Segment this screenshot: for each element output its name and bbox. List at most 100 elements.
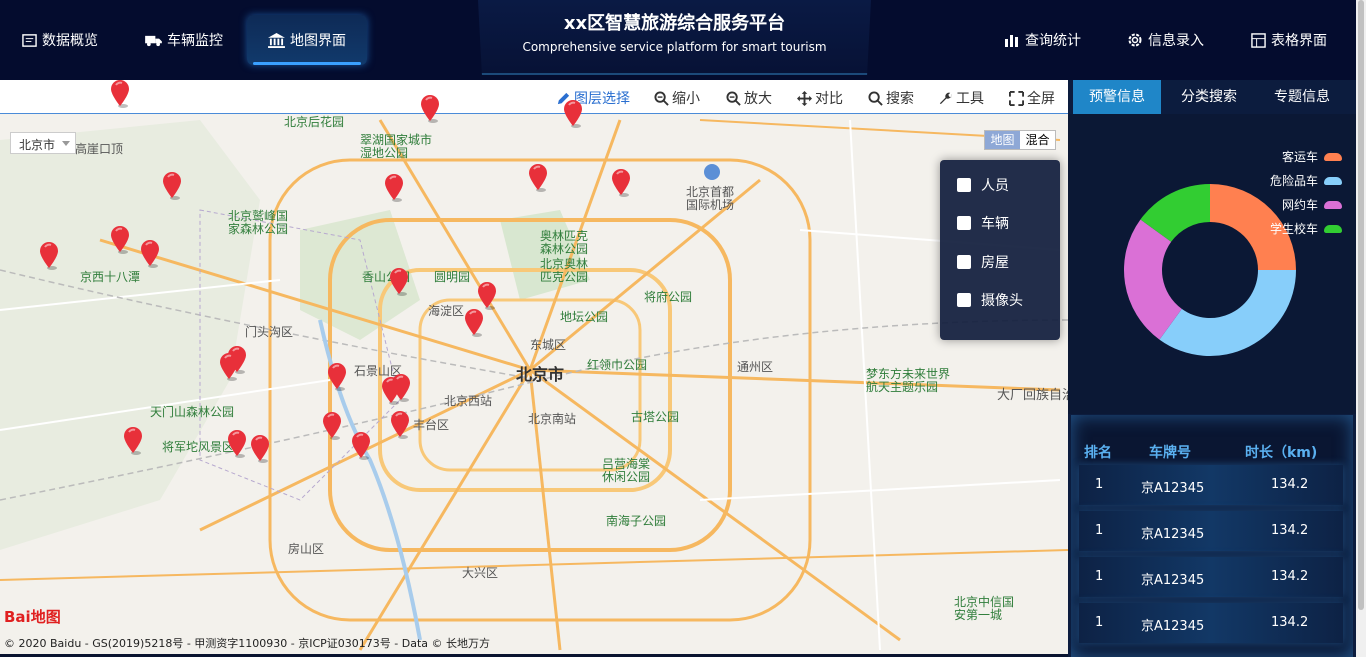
- map-marker-pin-icon[interactable]: [389, 268, 409, 296]
- nav-table-view[interactable]: 表格界面: [1251, 28, 1327, 52]
- search-button[interactable]: 搜索: [868, 88, 914, 108]
- map-label-dachang: 大厂回族自治: [997, 388, 1068, 403]
- ranking-table: 排名 车牌号 时长（km) 1 京A12345 134.2 1 京A12345 134.2…: [1071, 415, 1353, 657]
- table-row[interactable]: 1 京A12345 134.2: [1079, 603, 1343, 643]
- tools-button[interactable]: 工具: [938, 88, 984, 108]
- map-marker-pin-icon[interactable]: [420, 95, 440, 123]
- nav-data-overview[interactable]: 数据概览: [22, 28, 98, 52]
- map-marker-pin-icon[interactable]: [327, 363, 347, 391]
- page-scrollbar[interactable]: [1356, 0, 1366, 657]
- map-type-hybrid[interactable]: 混合: [1020, 131, 1055, 149]
- fullscreen-button[interactable]: 全屏: [1009, 88, 1055, 108]
- move-arrows-icon: [797, 90, 812, 106]
- nav-vehicle-monitor[interactable]: 车辆监控: [145, 28, 223, 52]
- map-label-jingxi: 京西十八潭: [80, 270, 141, 284]
- map-marker-pin-icon[interactable]: [123, 427, 143, 455]
- map-canvas[interactable]: 北京市 海淀区 东城区 石景山区 丰台区 门头沟区 房山区 大兴区 通州区 北京…: [0, 80, 1068, 654]
- map-marker-pin-icon[interactable]: [227, 430, 247, 458]
- map-marker-pin-icon[interactable]: [464, 309, 484, 337]
- map-marker-pin-icon[interactable]: [390, 411, 410, 439]
- app-root: 数据概览 车辆监控 地图界面 xx区智慧旅游综合服务平台 Comprehensi…: [0, 0, 1366, 657]
- checkbox-icon: [957, 216, 971, 230]
- map-label-mengdongfang: 梦东方未来世界航天主题乐园: [866, 367, 951, 394]
- table-row[interactable]: 1 京A12345 134.2: [1079, 511, 1343, 551]
- map-label-beijing: 北京市: [516, 365, 565, 384]
- wrench-icon: [939, 92, 952, 104]
- layer-label: 摄像头: [981, 293, 1023, 309]
- checkbox-icon: [957, 293, 971, 307]
- map-marker-pin-icon[interactable]: [351, 432, 371, 460]
- layer-checkbox-vehicle[interactable]: 车辆: [957, 213, 1009, 233]
- vehicle-type-chart: 客运车 危险品车 网约车 学生校车: [1068, 114, 1356, 414]
- legend-label: 学生校车: [1269, 222, 1318, 236]
- map-marker-pin-icon[interactable]: [162, 172, 182, 200]
- tab-category-search[interactable]: 分类搜索: [1165, 80, 1253, 114]
- nav-label: 表格界面: [1271, 33, 1327, 49]
- map-label-jiangjun: 将军坨风景区: [162, 440, 235, 454]
- layer-checkbox-house[interactable]: 房屋: [957, 252, 1009, 272]
- map-marker-pin-icon[interactable]: [219, 353, 239, 381]
- table-header-rank: 排名: [1084, 445, 1112, 461]
- legend-item[interactable]: 网约车: [1282, 196, 1342, 213]
- city-select[interactable]: 北京市: [10, 132, 76, 154]
- legend-item[interactable]: 危险品车: [1270, 172, 1342, 189]
- table-cell: 1: [1095, 477, 1104, 492]
- table-row[interactable]: 1 京A12345 134.2: [1079, 465, 1343, 505]
- page-title: xx区智慧旅游综合服务平台: [563, 13, 786, 34]
- table-cell: 1: [1095, 523, 1104, 538]
- table-cell: 京A12345: [1141, 481, 1205, 496]
- donut-slice-1[interactable]: [1159, 270, 1296, 356]
- legend-item[interactable]: 学生校车: [1270, 220, 1342, 237]
- nav-label: 数据概览: [42, 33, 98, 49]
- nav-label: 信息录入: [1148, 33, 1204, 49]
- map-marker-pin-icon[interactable]: [110, 80, 130, 108]
- map-label-guoan: 北京中信国安第一城: [954, 595, 1015, 622]
- table-row[interactable]: 1 京A12345 134.2: [1079, 557, 1343, 597]
- map-marker-pin-icon[interactable]: [140, 240, 160, 268]
- map-marker-pin-icon[interactable]: [250, 435, 270, 463]
- tab-warning-info[interactable]: 预警信息: [1073, 80, 1161, 114]
- layer-checkbox-camera[interactable]: 摄像头: [957, 290, 1023, 310]
- map-label-olympic-park: 北京奥林匹克公园: [540, 257, 589, 284]
- nav-info-entry[interactable]: 信息录入: [1127, 28, 1204, 52]
- map-marker-pin-icon[interactable]: [110, 226, 130, 254]
- table-cell: 京A12345: [1141, 619, 1205, 634]
- tab-topic-info[interactable]: 专题信息: [1258, 80, 1346, 114]
- map-type-normal[interactable]: 地图: [985, 131, 1020, 149]
- table-cell: 1: [1095, 569, 1104, 584]
- map-marker-pin-icon[interactable]: [528, 164, 548, 192]
- legend-item[interactable]: 客运车: [1282, 148, 1342, 165]
- nav-query-stats[interactable]: 查询统计: [1004, 28, 1081, 52]
- map-copyright: © 2020 Baidu - GS(2019)5218号 - 甲测资字11009…: [4, 637, 491, 650]
- tools-label: 工具: [956, 91, 984, 107]
- compare-button[interactable]: 对比: [797, 88, 843, 108]
- zoom-in-button[interactable]: 放大: [726, 88, 772, 108]
- zoom-out-icon: [654, 90, 669, 106]
- scrollbar-thumb[interactable]: [1358, 0, 1364, 610]
- map-marker-pin-icon[interactable]: [322, 412, 342, 440]
- map-label-tianmen: 天门山森林公园: [150, 405, 235, 419]
- checkbox-icon: [957, 255, 971, 269]
- map-label-hongling: 红领巾公园: [587, 358, 648, 372]
- legend-label: 危险品车: [1269, 174, 1318, 188]
- nav-map-view[interactable]: 地图界面: [268, 28, 346, 52]
- legend-label: 网约车: [1281, 198, 1318, 212]
- layer-filter-panel: 人员 车辆 房屋 摄像头: [940, 160, 1060, 340]
- map-marker-pin-icon[interactable]: [39, 242, 59, 270]
- zoom-out-button[interactable]: 缩小: [654, 88, 700, 108]
- map-label-gaoyakou: 高崖口顶: [75, 142, 124, 156]
- map-marker-pin-icon[interactable]: [611, 169, 631, 197]
- map-label-ditan: 地坛公园: [560, 310, 609, 324]
- map-label-nanhaizi: 南海子公园: [606, 514, 667, 528]
- layer-checkbox-person[interactable]: 人员: [957, 175, 1009, 195]
- map-marker-pin-icon[interactable]: [563, 100, 583, 128]
- compare-label: 对比: [815, 91, 843, 107]
- zoom-in-label: 放大: [744, 91, 772, 107]
- map-marker-pin-icon[interactable]: [477, 282, 497, 310]
- map-label-shuangfeng: 北京鹫峰国家森林公园: [228, 209, 289, 236]
- table-header-duration: 时长（km): [1245, 445, 1318, 461]
- map-type-switch: 地图 混合: [984, 130, 1056, 150]
- map-marker-pin-icon[interactable]: [391, 374, 411, 402]
- right-side-panel: 预警信息 分类搜索 专题信息 客运车 危险品车 网约车 学生校车 排名 车牌号 …: [1068, 80, 1356, 657]
- map-marker-pin-icon[interactable]: [384, 174, 404, 202]
